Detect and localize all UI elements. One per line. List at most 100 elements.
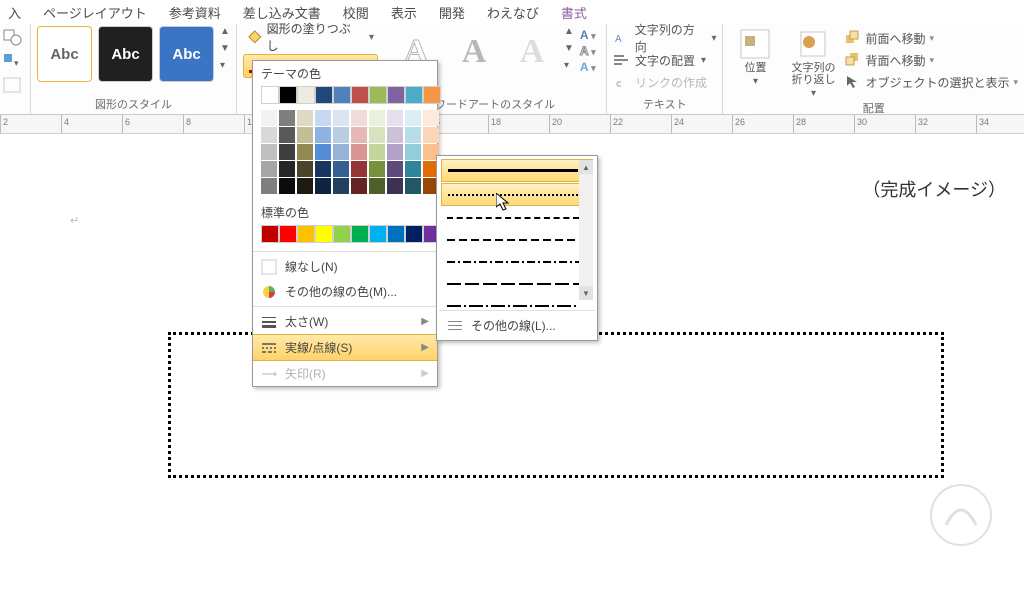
theme-shade-swatch[interactable] xyxy=(333,178,349,194)
tab-developer[interactable]: 開発 xyxy=(439,3,465,22)
edit-shape-icon[interactable]: ▾ xyxy=(2,52,24,72)
horizontal-ruler[interactable]: 246810121416182022242628303234363840 xyxy=(0,115,1024,134)
shapes-insert-icon[interactable] xyxy=(2,28,24,48)
theme-color-swatch[interactable] xyxy=(369,86,387,104)
theme-shade-swatch[interactable] xyxy=(261,110,277,126)
theme-shade-swatch[interactable] xyxy=(369,127,385,143)
more-lines-item[interactable]: その他の線(L)... xyxy=(439,313,595,338)
standard-color-swatch[interactable] xyxy=(315,225,333,243)
dash-dash-dot[interactable] xyxy=(441,251,593,272)
text-outline-icon[interactable]: A ▾ xyxy=(580,44,596,58)
theme-shade-swatch[interactable] xyxy=(387,110,403,126)
theme-shade-swatch[interactable] xyxy=(279,161,295,177)
style-gallery-up-icon[interactable]: ▲ xyxy=(220,26,230,37)
theme-shade-swatch[interactable] xyxy=(297,127,313,143)
theme-shade-swatch[interactable] xyxy=(387,144,403,160)
shape-style-preset-3[interactable]: Abc xyxy=(159,26,214,82)
theme-shade-swatch[interactable] xyxy=(351,127,367,143)
text-fill-icon[interactable]: A ▾ xyxy=(580,28,596,42)
dash-long-dash[interactable] xyxy=(441,273,593,294)
wrap-text-button[interactable]: 文字列の 折り返し ▾ xyxy=(787,26,839,99)
theme-shade-swatch[interactable] xyxy=(279,110,295,126)
wordart-gallery-down-icon[interactable]: ▼ xyxy=(564,43,574,54)
theme-shade-swatch[interactable] xyxy=(333,127,349,143)
wordart-preset-2[interactable]: A xyxy=(448,26,500,78)
text-effect-icon[interactable]: A ▾ xyxy=(580,60,596,74)
theme-color-swatch[interactable] xyxy=(423,86,441,104)
send-backward-button[interactable]: 背面へ移動 xyxy=(845,50,1018,70)
theme-shade-swatch[interactable] xyxy=(405,144,421,160)
theme-shade-swatch[interactable] xyxy=(297,110,313,126)
tab-insert-cut[interactable]: 入 xyxy=(8,3,21,22)
standard-color-swatch[interactable] xyxy=(405,225,423,243)
theme-color-swatch[interactable] xyxy=(405,86,423,104)
theme-shade-swatch[interactable] xyxy=(351,178,367,194)
dash-long-dash-dot[interactable] xyxy=(441,295,593,308)
dash-square-dot[interactable] xyxy=(441,207,593,228)
weight-submenu[interactable]: 太さ(W)▶ xyxy=(253,309,437,334)
theme-color-swatch[interactable] xyxy=(315,86,333,104)
scroll-up-icon[interactable]: ▲ xyxy=(579,160,593,174)
theme-shade-swatch[interactable] xyxy=(279,127,295,143)
standard-color-swatch[interactable] xyxy=(279,225,297,243)
theme-shade-swatch[interactable] xyxy=(387,127,403,143)
bring-forward-button[interactable]: 前面へ移動 xyxy=(845,28,1018,48)
position-button[interactable]: 位置 ▾ xyxy=(729,26,781,87)
theme-shade-swatch[interactable] xyxy=(351,110,367,126)
flyout-scrollbar[interactable]: ▲ ▼ xyxy=(579,160,593,300)
wordart-gallery-up-icon[interactable]: ▲ xyxy=(564,26,574,37)
tab-pagelayout[interactable]: ページレイアウト xyxy=(43,3,147,22)
tab-format[interactable]: 書式 xyxy=(561,3,587,22)
dash-solid[interactable] xyxy=(441,159,593,182)
theme-shade-swatch[interactable] xyxy=(351,144,367,160)
theme-shade-swatch[interactable] xyxy=(261,127,277,143)
theme-shade-swatch[interactable] xyxy=(405,127,421,143)
style-gallery-down-icon[interactable]: ▼ xyxy=(220,43,230,54)
theme-shade-swatch[interactable] xyxy=(423,127,439,143)
no-outline-item[interactable]: 線なし(N) xyxy=(253,254,437,279)
standard-color-swatch[interactable] xyxy=(261,225,279,243)
theme-shade-swatch[interactable] xyxy=(405,110,421,126)
theme-shade-swatch[interactable] xyxy=(297,144,313,160)
style-gallery-more-icon[interactable]: ▾ xyxy=(220,60,230,71)
theme-shade-swatch[interactable] xyxy=(369,144,385,160)
dash-round-dot[interactable] xyxy=(441,183,593,206)
theme-shade-swatch[interactable] xyxy=(297,178,313,194)
text-align-button[interactable]: 文字の配置 ▾ xyxy=(613,50,716,70)
shape-fill-button[interactable]: 図形の塗りつぶし ▾ xyxy=(243,26,378,48)
theme-shade-swatch[interactable] xyxy=(261,161,277,177)
wordart-gallery-more-icon[interactable]: ▾ xyxy=(564,60,574,71)
tab-mailings[interactable]: 差し込み文書 xyxy=(243,3,321,22)
standard-color-swatch[interactable] xyxy=(369,225,387,243)
theme-color-swatch[interactable] xyxy=(333,86,351,104)
tab-waenabi[interactable]: わえなび xyxy=(487,3,539,22)
theme-color-swatch[interactable] xyxy=(297,86,315,104)
theme-shade-swatch[interactable] xyxy=(279,178,295,194)
dashes-submenu[interactable]: 実線/点線(S)▶ xyxy=(253,334,437,361)
tab-view[interactable]: 表示 xyxy=(391,3,417,22)
theme-shade-swatch[interactable] xyxy=(405,161,421,177)
theme-color-swatch[interactable] xyxy=(261,86,279,104)
standard-color-swatch[interactable] xyxy=(351,225,369,243)
selection-pane-button[interactable]: オブジェクトの選択と表示 xyxy=(845,72,1018,92)
theme-shade-swatch[interactable] xyxy=(351,161,367,177)
standard-color-swatch[interactable] xyxy=(297,225,315,243)
unknown-icon[interactable] xyxy=(2,76,24,96)
theme-shade-swatch[interactable] xyxy=(315,144,331,160)
theme-shade-swatch[interactable] xyxy=(261,144,277,160)
theme-shade-swatch[interactable] xyxy=(423,110,439,126)
theme-shade-swatch[interactable] xyxy=(405,178,421,194)
text-direction-button[interactable]: A 文字列の方向 ▾ xyxy=(613,28,716,48)
tab-review[interactable]: 校閲 xyxy=(343,3,369,22)
tab-references[interactable]: 参考資料 xyxy=(169,3,221,22)
standard-color-swatch[interactable] xyxy=(387,225,405,243)
theme-shade-swatch[interactable] xyxy=(369,178,385,194)
theme-shade-swatch[interactable] xyxy=(297,161,313,177)
shape-style-preset-1[interactable]: Abc xyxy=(37,26,92,82)
theme-color-swatch[interactable] xyxy=(279,86,297,104)
shape-style-preset-2[interactable]: Abc xyxy=(98,26,153,82)
theme-shade-swatch[interactable] xyxy=(315,178,331,194)
more-colors-item[interactable]: その他の線の色(M)... xyxy=(253,279,437,304)
theme-color-swatch[interactable] xyxy=(387,86,405,104)
theme-shade-swatch[interactable] xyxy=(333,144,349,160)
